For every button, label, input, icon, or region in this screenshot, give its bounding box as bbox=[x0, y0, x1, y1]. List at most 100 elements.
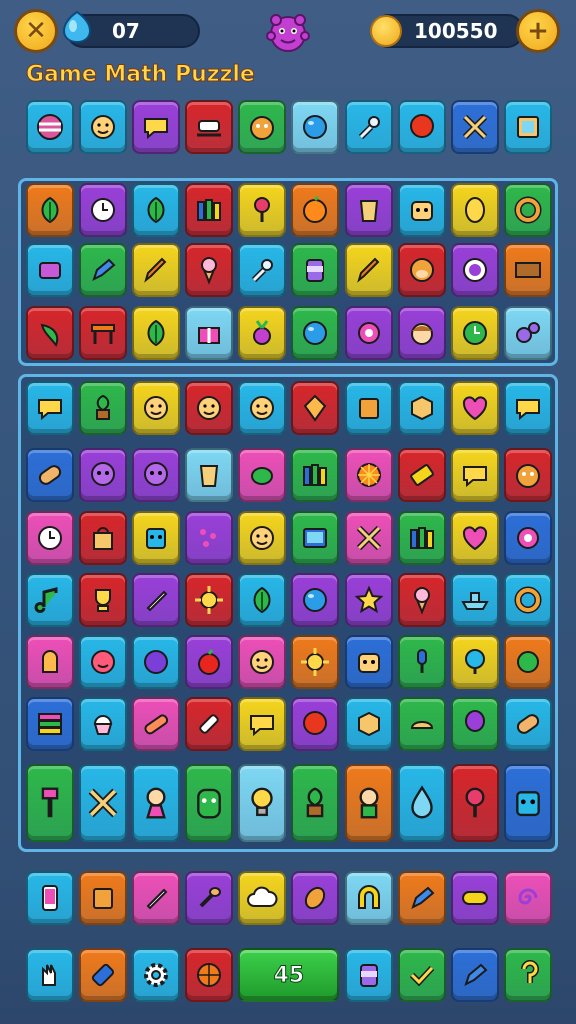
game-tile[interactable] bbox=[503, 764, 552, 842]
game-tile[interactable] bbox=[291, 306, 340, 360]
game-tile[interactable] bbox=[450, 635, 499, 689]
game-tile[interactable] bbox=[26, 871, 74, 925]
game-tile[interactable] bbox=[503, 381, 552, 435]
game-tile[interactable] bbox=[185, 635, 234, 689]
game-tile[interactable] bbox=[291, 635, 340, 689]
game-tile[interactable] bbox=[397, 511, 446, 565]
game-tile[interactable] bbox=[397, 635, 446, 689]
game-tile[interactable] bbox=[238, 511, 287, 565]
game-tile[interactable] bbox=[344, 100, 393, 154]
game-tile[interactable] bbox=[344, 381, 393, 435]
game-tile[interactable] bbox=[344, 448, 393, 502]
game-tile[interactable] bbox=[450, 697, 499, 751]
game-tile[interactable] bbox=[79, 948, 128, 1002]
game-tile[interactable] bbox=[132, 100, 181, 154]
number-tile[interactable]: 45 bbox=[238, 948, 340, 1002]
game-tile[interactable] bbox=[238, 183, 287, 237]
game-tile[interactable] bbox=[450, 100, 499, 154]
game-tile[interactable] bbox=[132, 306, 181, 360]
game-tile[interactable] bbox=[79, 306, 128, 360]
game-tile[interactable] bbox=[397, 573, 446, 627]
game-tile[interactable] bbox=[503, 183, 552, 237]
game-tile[interactable] bbox=[185, 100, 234, 154]
game-tile[interactable] bbox=[185, 511, 234, 565]
game-tile[interactable] bbox=[397, 764, 446, 842]
game-tile[interactable] bbox=[79, 511, 128, 565]
game-tile[interactable] bbox=[238, 243, 287, 297]
game-tile[interactable] bbox=[238, 697, 287, 751]
game-tile[interactable] bbox=[26, 948, 74, 1002]
game-tile[interactable] bbox=[185, 243, 234, 297]
game-tile[interactable] bbox=[450, 764, 499, 842]
game-tile[interactable] bbox=[26, 381, 74, 435]
game-tile[interactable] bbox=[79, 381, 128, 435]
game-tile[interactable] bbox=[503, 243, 552, 297]
game-tile[interactable] bbox=[397, 183, 446, 237]
game-tile[interactable] bbox=[397, 381, 446, 435]
game-tile[interactable] bbox=[132, 697, 181, 751]
game-tile[interactable] bbox=[238, 764, 287, 842]
game-tile[interactable] bbox=[132, 511, 181, 565]
game-tile[interactable] bbox=[132, 183, 181, 237]
game-tile[interactable] bbox=[185, 306, 234, 360]
game-tile[interactable] bbox=[26, 635, 74, 689]
game-tile[interactable] bbox=[450, 448, 499, 502]
game-tile[interactable] bbox=[238, 635, 287, 689]
game-tile[interactable] bbox=[344, 635, 393, 689]
game-tile[interactable] bbox=[26, 100, 74, 154]
game-tile[interactable] bbox=[344, 511, 393, 565]
game-tile[interactable] bbox=[503, 448, 552, 502]
game-tile[interactable] bbox=[185, 183, 234, 237]
game-tile[interactable] bbox=[185, 764, 234, 842]
game-tile[interactable] bbox=[291, 183, 340, 237]
game-tile[interactable] bbox=[79, 183, 128, 237]
game-tile[interactable] bbox=[79, 635, 128, 689]
game-tile[interactable] bbox=[291, 100, 340, 154]
game-tile[interactable] bbox=[291, 573, 340, 627]
game-tile[interactable] bbox=[185, 381, 234, 435]
game-tile[interactable] bbox=[185, 697, 234, 751]
game-tile[interactable] bbox=[26, 183, 74, 237]
game-tile[interactable] bbox=[291, 381, 340, 435]
game-tile[interactable] bbox=[344, 948, 393, 1002]
game-tile[interactable] bbox=[132, 243, 181, 297]
game-tile[interactable] bbox=[503, 573, 552, 627]
game-tile[interactable] bbox=[26, 306, 74, 360]
game-tile[interactable] bbox=[132, 764, 181, 842]
game-tile[interactable] bbox=[79, 100, 128, 154]
game-tile[interactable] bbox=[291, 448, 340, 502]
game-tile[interactable] bbox=[132, 948, 181, 1002]
game-tile[interactable] bbox=[450, 306, 499, 360]
game-tile[interactable] bbox=[344, 871, 393, 925]
game-tile[interactable] bbox=[344, 243, 393, 297]
game-tile[interactable] bbox=[132, 448, 181, 502]
game-tile[interactable] bbox=[397, 100, 446, 154]
add-coins-button[interactable]: + bbox=[516, 9, 560, 53]
game-tile[interactable] bbox=[450, 381, 499, 435]
game-tile[interactable] bbox=[185, 573, 234, 627]
game-tile[interactable] bbox=[26, 243, 74, 297]
game-tile[interactable] bbox=[26, 573, 74, 627]
game-tile[interactable] bbox=[450, 511, 499, 565]
game-tile[interactable] bbox=[503, 511, 552, 565]
game-tile[interactable] bbox=[344, 573, 393, 627]
game-tile[interactable] bbox=[503, 697, 552, 751]
game-tile[interactable] bbox=[450, 948, 499, 1002]
game-tile[interactable] bbox=[503, 635, 552, 689]
game-tile[interactable] bbox=[79, 573, 128, 627]
game-tile[interactable] bbox=[344, 764, 393, 842]
game-tile[interactable] bbox=[344, 697, 393, 751]
game-tile[interactable] bbox=[397, 948, 446, 1002]
game-tile[interactable] bbox=[291, 697, 340, 751]
game-tile[interactable] bbox=[397, 697, 446, 751]
game-tile[interactable] bbox=[450, 573, 499, 627]
game-tile[interactable] bbox=[132, 573, 181, 627]
game-tile[interactable] bbox=[450, 871, 499, 925]
game-tile[interactable] bbox=[132, 871, 181, 925]
game-tile[interactable] bbox=[238, 306, 287, 360]
game-tile[interactable] bbox=[26, 764, 74, 842]
game-tile[interactable] bbox=[503, 306, 552, 360]
game-tile[interactable] bbox=[291, 871, 340, 925]
close-button[interactable]: ✕ bbox=[14, 9, 58, 53]
game-tile[interactable] bbox=[79, 697, 128, 751]
